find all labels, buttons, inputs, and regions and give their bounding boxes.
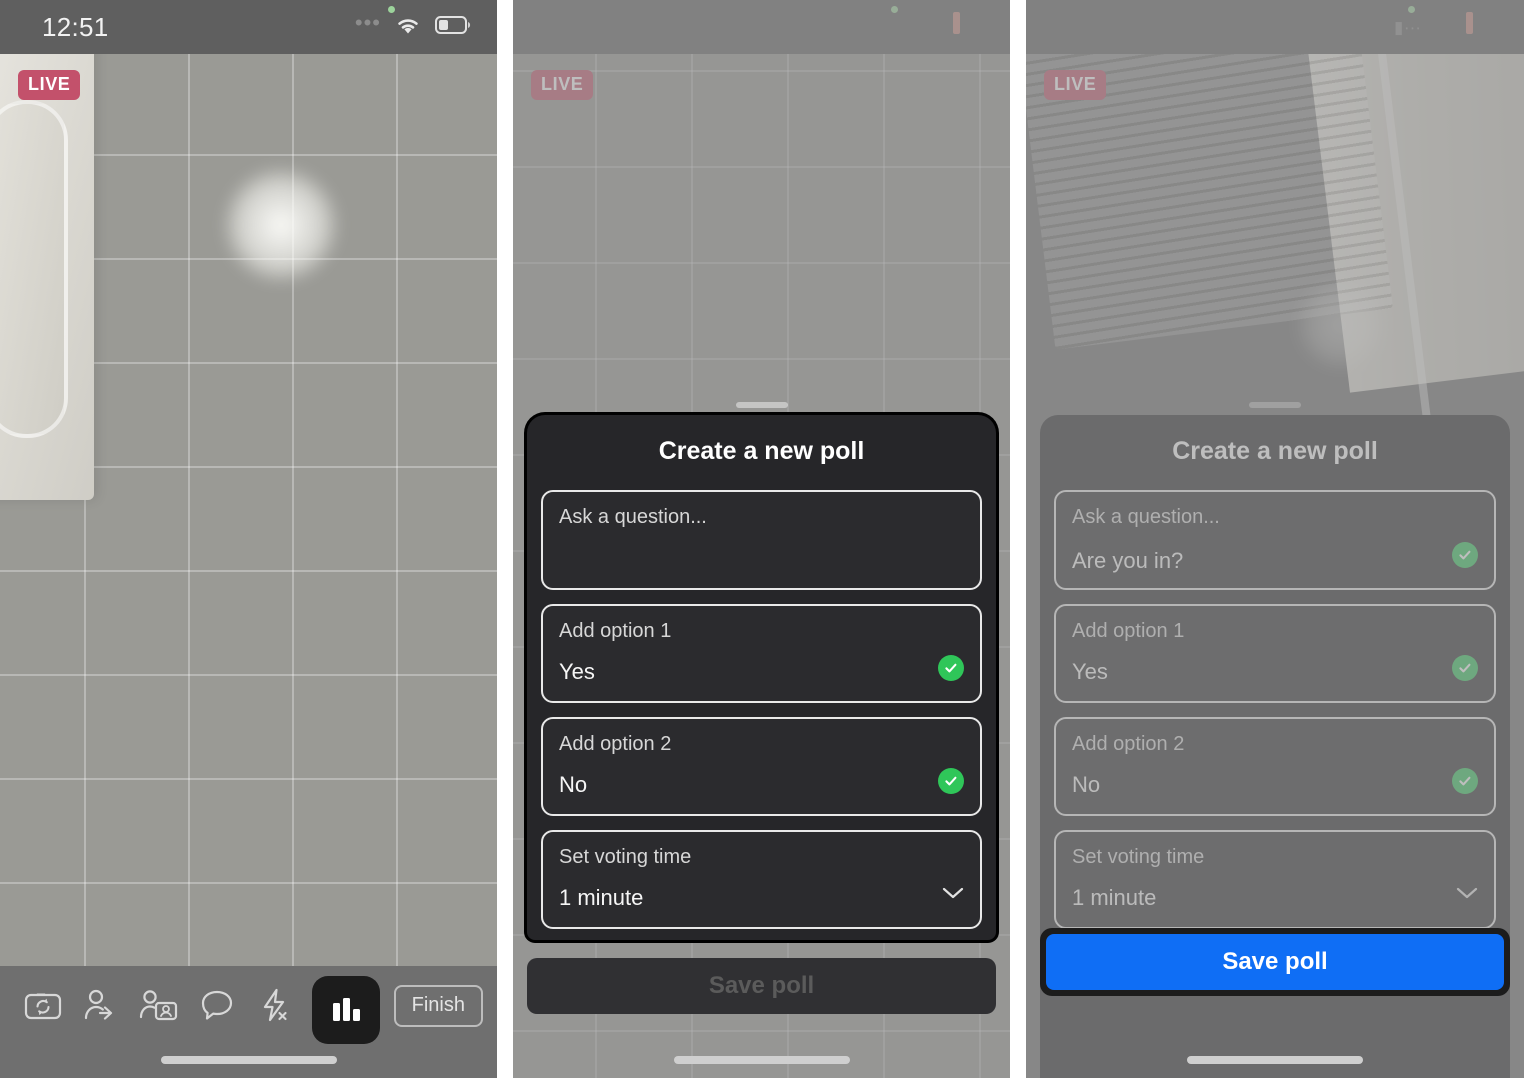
sheet-title: Create a new poll — [1172, 437, 1378, 465]
status-bar: 12:51 ••• — [0, 0, 497, 54]
check-circle-icon — [1452, 542, 1478, 568]
poll-question-value: Are you in? — [1072, 548, 1184, 573]
poll-question-input[interactable]: Ask a question... Are you in? — [1054, 490, 1496, 590]
poll-bar-chart-icon[interactable] — [312, 976, 380, 1044]
sheet-title: Create a new poll — [658, 437, 865, 465]
voting-time-label: Set voting time — [1072, 846, 1205, 868]
wall-unit-object — [0, 40, 94, 500]
comment-bubble-icon[interactable] — [188, 976, 246, 1034]
switch-camera-icon[interactable] — [14, 976, 72, 1034]
poll-option-2-value: No — [1072, 772, 1101, 797]
poll-option-2-input[interactable]: Add option 2 No — [541, 717, 982, 816]
poll-option-1-label: Add option 1 — [559, 620, 672, 642]
save-poll-highlight: Save poll — [1040, 928, 1510, 996]
home-indicator[interactable] — [673, 1056, 850, 1064]
save-poll-button[interactable]: Save poll — [1046, 934, 1504, 990]
create-poll-sheet: Create a new poll Ask a question... Add … — [527, 402, 996, 940]
chevron-down-icon — [942, 886, 964, 905]
live-badge: LIVE — [18, 70, 81, 100]
live-badge: LIVE — [531, 70, 594, 100]
battery-low-indicator — [1466, 12, 1473, 34]
chevron-down-icon — [1456, 886, 1478, 905]
light-glow — [196, 140, 366, 310]
poll-option-2-input[interactable]: Add option 2 No — [1054, 717, 1496, 816]
poll-option-2-value: No — [559, 772, 588, 797]
poll-question-placeholder: Ask a question... — [559, 506, 707, 528]
battery-icon — [435, 15, 471, 40]
poll-option-1-value: Yes — [1072, 659, 1108, 684]
poll-option-1-input[interactable]: Add option 1 Yes — [541, 604, 982, 703]
status-bar: ▮∙∙∙ — [1026, 0, 1524, 54]
finish-button[interactable]: Finish — [393, 985, 483, 1027]
battery-low-indicator — [953, 12, 960, 34]
poll-question-placeholder: Ask a question... — [1072, 506, 1220, 528]
voting-time-select[interactable]: Set voting time 1 minute — [1054, 830, 1496, 929]
signal-dots-icon: ••• — [354, 10, 381, 35]
check-circle-icon — [938, 768, 964, 794]
poll-option-1-input[interactable]: Add option 1 Yes — [1054, 604, 1496, 703]
panel-live-camera: 12:51 ••• LIVE Finish — [0, 0, 497, 1078]
flash-off-icon[interactable] — [246, 976, 304, 1034]
light-glow — [1276, 260, 1406, 390]
panel-create-poll-filled: ▮∙∙∙ LIVE Create a new poll Ask a questi… — [1026, 0, 1524, 1078]
live-badge: LIVE — [1044, 70, 1107, 100]
check-circle-icon — [1452, 768, 1478, 794]
poll-question-input[interactable]: Ask a question... — [541, 490, 982, 590]
status-bar — [513, 0, 1010, 54]
recording-indicator-dot — [1408, 6, 1415, 13]
status-clock: 12:51 — [42, 11, 109, 42]
save-poll-bar: Save poll — [513, 958, 1010, 1014]
poll-option-1-label: Add option 1 — [1072, 620, 1185, 642]
recording-indicator-dot — [388, 6, 395, 13]
poll-option-2-label: Add option 2 — [1072, 733, 1185, 755]
voting-time-label: Set voting time — [559, 846, 692, 868]
poll-option-1-value: Yes — [559, 659, 595, 684]
wifi-icon — [393, 14, 423, 41]
camera-preview — [0, 0, 497, 1078]
panel-create-poll-empty: LIVE Save poll Create a new poll Ask a q… — [513, 0, 1010, 1078]
check-circle-icon — [938, 655, 964, 681]
save-poll-button-disabled[interactable]: Save poll — [527, 958, 996, 1014]
voting-time-value: 1 minute — [559, 885, 644, 910]
invite-person-icon[interactable] — [72, 976, 130, 1034]
poll-option-2-label: Add option 2 — [559, 733, 672, 755]
recording-indicator-dot — [891, 6, 898, 13]
home-indicator[interactable] — [160, 1056, 337, 1064]
sheet-drag-handle[interactable] — [1249, 402, 1301, 408]
check-circle-icon — [1452, 655, 1478, 681]
signal-dots-icon: ▮∙∙∙ — [1394, 18, 1422, 37]
panel-divider-1 — [497, 0, 513, 1078]
screenshot-root: 12:51 ••• LIVE Finish LIVE Save poll Cre… — [0, 0, 1524, 1078]
voting-time-value: 1 minute — [1072, 885, 1157, 910]
status-icons: ••• — [354, 10, 471, 41]
voting-time-select[interactable]: Set voting time 1 minute — [541, 830, 982, 929]
home-indicator[interactable] — [1187, 1056, 1363, 1064]
person-card-icon[interactable] — [130, 976, 188, 1034]
panel-divider-2 — [1010, 0, 1026, 1078]
sheet-drag-handle[interactable] — [735, 402, 788, 408]
